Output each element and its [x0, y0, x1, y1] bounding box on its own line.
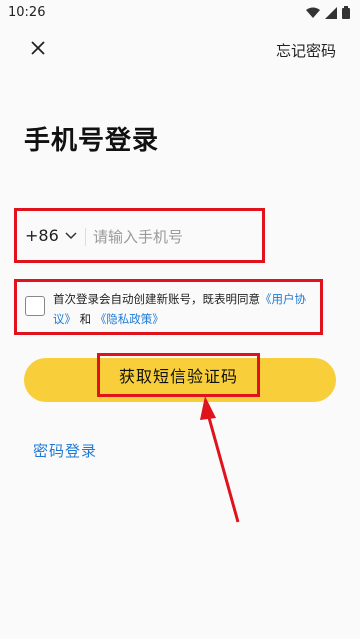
annotation-arrow-icon: [200, 396, 240, 523]
